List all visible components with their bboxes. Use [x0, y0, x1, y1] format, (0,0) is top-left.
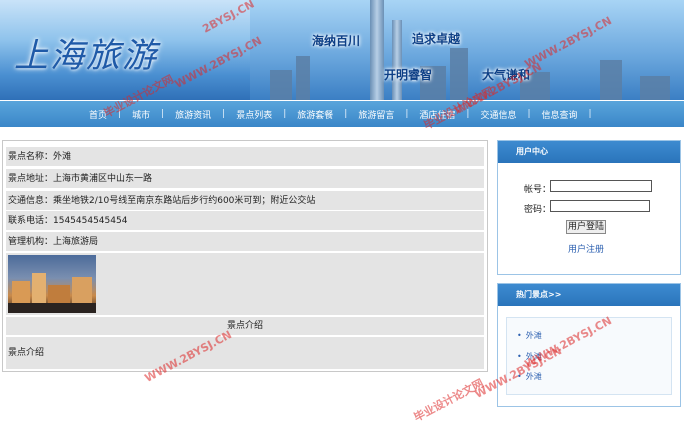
hot-spot-item[interactable]: 外滩: [517, 371, 542, 382]
building: [450, 48, 468, 100]
slogan-1: 海纳百川: [312, 34, 361, 48]
hot-spots-box: 热门景点>> 外滩 外滩 外滩: [497, 283, 681, 407]
tower-shape: [370, 0, 384, 100]
main-nav: 首页 | 城市 | 旅游资讯 | 景点列表 | 旅游套餐 | 旅游留言 | 酒店住宿 | 交通…: [0, 101, 684, 127]
password-label: 密码：: [524, 205, 552, 215]
hot-spot-item[interactable]: 外滩: [517, 330, 542, 341]
hot-spots-title: 热门景点>>: [498, 284, 680, 306]
spot-traffic: 交通信息：乘坐地铁2/10号线至南京东路站后步行约600米可到；附近公交站: [6, 191, 484, 211]
slogan-3: 开明睿智: [384, 68, 433, 82]
watermark: 毕业设计论文网: [411, 376, 486, 425]
nav-packages[interactable]: 旅游套餐: [286, 108, 344, 121]
account-label: 帐号：: [524, 185, 552, 195]
spot-photo[interactable]: [8, 255, 96, 313]
intro-heading: 景点介绍: [6, 317, 484, 335]
spot-agency: 管理机构：上海旅游局: [6, 232, 484, 252]
nav-city[interactable]: 城市: [121, 108, 161, 121]
user-center-box: 用户中心 帐号： 密码： 用户登陆 用户注册: [497, 140, 681, 275]
spot-address: 景点地址：上海市黄浦区中山东一路: [6, 169, 484, 189]
site-banner: 上海旅游 海纳百川 追求卓越 开明睿智 大气谦和: [0, 0, 684, 100]
building: [600, 60, 622, 100]
nav-hotels[interactable]: 酒店住宿: [408, 108, 466, 121]
login-button[interactable]: 用户登陆: [566, 220, 606, 234]
slogan-4: 大气谦和: [482, 68, 531, 82]
photo-building: [32, 273, 46, 303]
photo-building: [72, 277, 92, 303]
nav-travel-news[interactable]: 旅游资讯: [164, 108, 222, 121]
spot-name: 景点名称：外滩: [6, 147, 484, 167]
spot-phone: 联系电话：1545454545454: [6, 211, 484, 231]
hot-spot-item[interactable]: 外滩: [517, 351, 542, 362]
slogan-2: 追求卓越: [412, 32, 461, 46]
register-link[interactable]: 用户注册: [568, 242, 604, 255]
account-input[interactable]: [550, 180, 652, 192]
photo-building: [12, 281, 30, 303]
building: [270, 70, 292, 100]
nav-query[interactable]: 信息查询: [531, 108, 589, 121]
nav-traffic[interactable]: 交通信息: [469, 108, 527, 121]
photo-building: [48, 285, 70, 303]
password-input[interactable]: [550, 200, 650, 212]
building: [296, 56, 310, 100]
nav-home[interactable]: 首页: [78, 108, 118, 121]
site-logo[interactable]: 上海旅游: [14, 28, 158, 77]
nav-separator: |: [588, 109, 592, 119]
photo-water: [8, 303, 96, 313]
hot-spots-list: 外滩 外滩 外滩: [506, 317, 672, 395]
intro-body: 景点介绍: [6, 337, 484, 369]
building: [640, 76, 670, 100]
user-center-title: 用户中心: [498, 141, 680, 163]
photo-row: [6, 253, 484, 315]
spot-detail-panel: 景点名称：外滩 景点地址：上海市黄浦区中山东一路 交通信息：乘坐地铁2/10号线…: [2, 140, 488, 372]
nav-spot-list[interactable]: 景点列表: [225, 108, 283, 121]
tower-shape: [392, 20, 402, 100]
nav-messages[interactable]: 旅游留言: [347, 108, 405, 121]
